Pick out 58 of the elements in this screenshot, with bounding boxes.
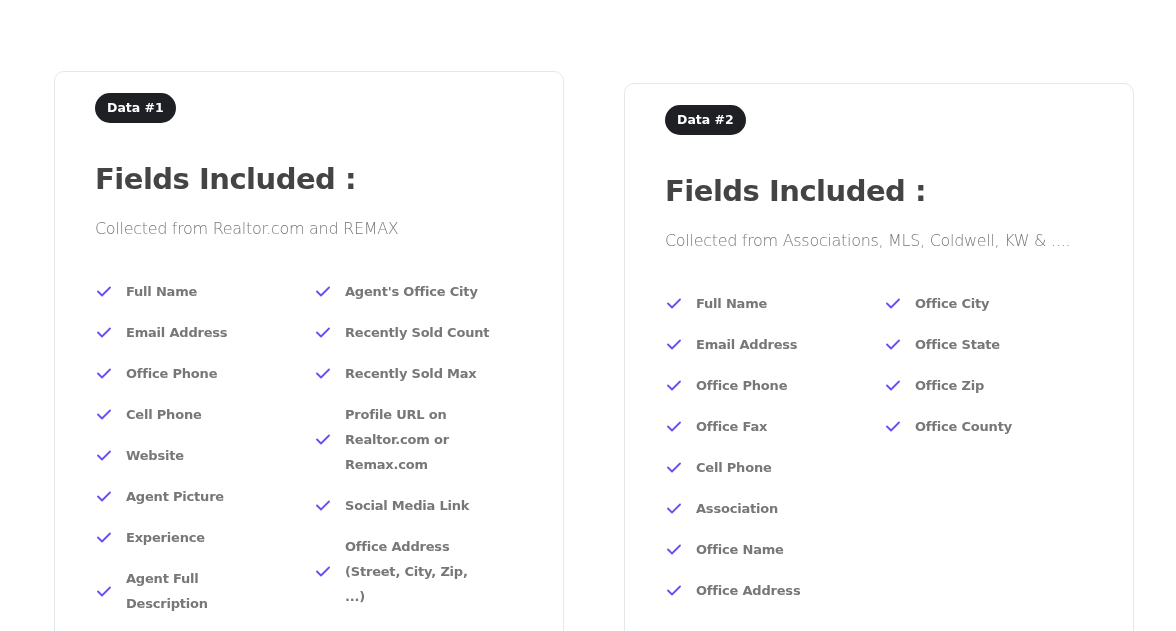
- card-title: Fields Included :: [665, 173, 928, 210]
- field-label: Experience: [126, 529, 205, 547]
- field-label: Website: [126, 447, 184, 465]
- field-label: Email Address: [696, 336, 798, 354]
- field-label: Office County: [915, 418, 1012, 436]
- check-icon: [316, 500, 330, 511]
- check-icon: [886, 380, 900, 391]
- check-icon: [886, 421, 900, 432]
- check-icon: [97, 585, 111, 597]
- check-icon: [316, 434, 330, 445]
- field-label: Profile URL on Realtor.com or Remax.com: [345, 406, 450, 474]
- check-icon: [316, 286, 330, 297]
- check-icon: [667, 544, 681, 555]
- check-icon: [316, 327, 330, 338]
- check-icon: [667, 462, 681, 473]
- check-icon: [667, 503, 681, 514]
- field-label: Email Address: [126, 324, 228, 342]
- check-icon: [667, 421, 681, 432]
- field-label: Office Phone: [696, 377, 788, 395]
- card-title: Fields Included :: [95, 161, 358, 198]
- field-label: Office Phone: [126, 365, 218, 383]
- field-label: Cell Phone: [696, 459, 772, 477]
- field-label: Full Name: [126, 283, 198, 301]
- field-label: Agent Full Description: [126, 570, 209, 613]
- check-icon: [886, 298, 900, 309]
- field-label: Office Fax: [696, 418, 768, 436]
- field-label: Office Address (Street, City, Zip, ...): [345, 538, 469, 606]
- check-icon: [316, 368, 330, 379]
- field-label: Office Name: [696, 541, 784, 559]
- field-label: Agent Picture: [126, 488, 224, 506]
- check-icon: [667, 298, 681, 309]
- check-icon: [97, 491, 111, 502]
- check-icon: [97, 532, 111, 543]
- field-label: Recently Sold Count: [345, 324, 490, 342]
- field-label: Office Zip: [915, 377, 985, 395]
- check-icon: [667, 380, 681, 391]
- field-label: Full Name: [696, 295, 768, 313]
- field-label: Cell Phone: [126, 406, 202, 424]
- check-icon: [667, 339, 681, 350]
- field-label: Office Address: [696, 582, 801, 600]
- check-icon: [886, 339, 900, 350]
- check-icon: [316, 566, 330, 577]
- check-icon: [97, 409, 111, 420]
- field-label: Office State: [915, 336, 1000, 354]
- card-subtitle: Collected from Associations, MLS, Coldwell, KW & ....: [665, 230, 1072, 252]
- field-label: Recently Sold Max: [345, 365, 477, 383]
- check-icon: [97, 450, 111, 461]
- check-icon: [97, 368, 111, 379]
- field-label: Office City: [915, 295, 990, 313]
- field-label: Agent's Office City: [345, 283, 478, 301]
- check-icon: [97, 286, 111, 297]
- data-badge: Data #1: [95, 93, 176, 123]
- check-icon: [97, 327, 111, 338]
- check-icon: [667, 585, 681, 596]
- field-label: Social Media Link: [345, 497, 470, 515]
- data-badge: Data #2: [665, 105, 746, 135]
- card-subtitle: Collected from Realtor.com and REMAX: [95, 218, 400, 240]
- field-label: Association: [696, 500, 779, 518]
